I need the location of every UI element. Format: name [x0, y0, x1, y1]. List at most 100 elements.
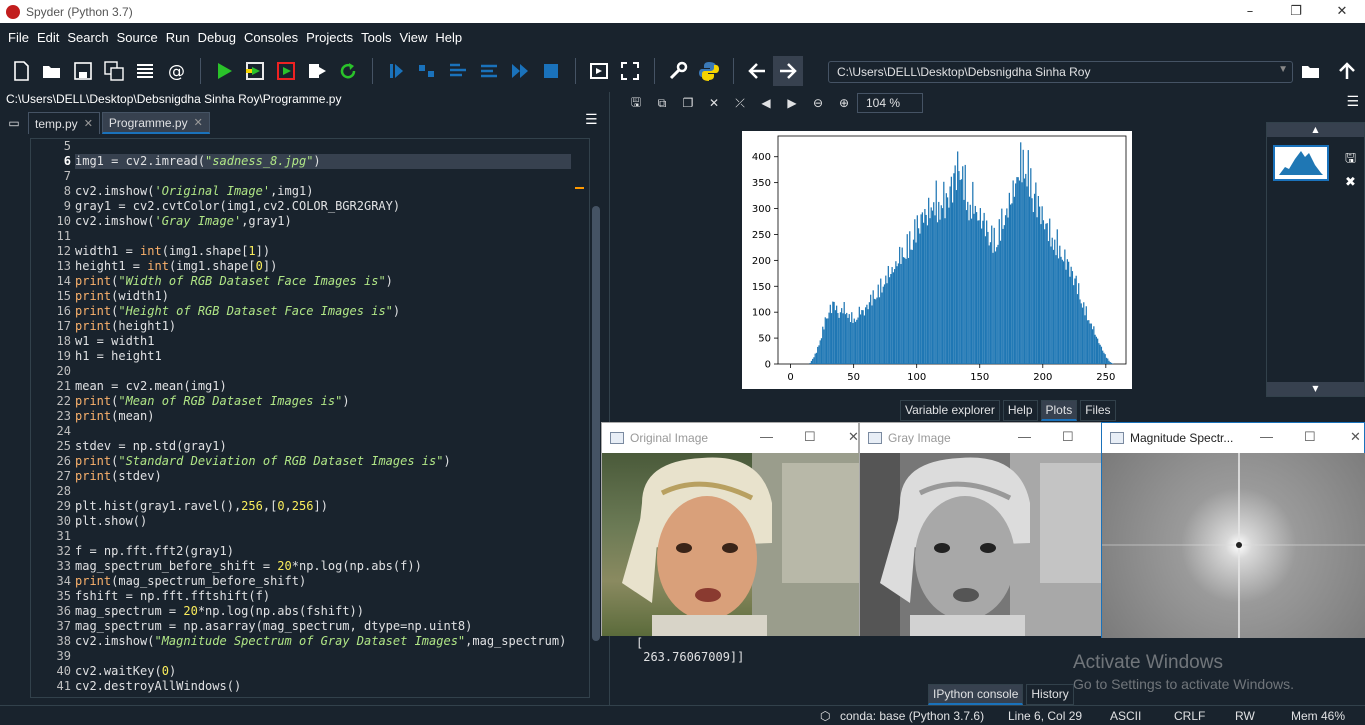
- maximize-icon[interactable]: ☐: [1304, 429, 1316, 445]
- save-all-plots-icon[interactable]: ⧉: [649, 93, 675, 113]
- save-all-icon[interactable]: [99, 56, 129, 86]
- menu-tools[interactable]: Tools: [357, 30, 395, 45]
- original-image-window[interactable]: Original Image — ☐ ✕: [601, 422, 859, 636]
- code-line[interactable]: 5: [31, 139, 589, 154]
- back-arrow-icon[interactable]: [742, 56, 772, 86]
- code-line[interactable]: 38 cv2.imshow("Magnitude Spectrum of Gray…: [31, 634, 589, 649]
- code-line[interactable]: 28: [31, 484, 589, 499]
- menu-source[interactable]: Source: [113, 30, 162, 45]
- tab-help[interactable]: Help: [1002, 400, 1038, 421]
- code-line[interactable]: 26 print("Standard Deviation of RGB Datas…: [31, 454, 589, 469]
- save-thumbnail-icon[interactable]: 🖫: [1345, 149, 1356, 171]
- copy-plot-icon[interactable]: ❐: [675, 93, 701, 113]
- next-plot-icon[interactable]: ▶: [779, 93, 805, 113]
- code-line[interactable]: 29 plt.hist(gray1.ravel(),256,[0,256]): [31, 499, 589, 514]
- run-cell-icon[interactable]: [240, 56, 270, 86]
- code-line[interactable]: 16 print("Height of RGB Dataset Face Imag…: [31, 304, 589, 319]
- debug-icon[interactable]: [381, 56, 411, 86]
- maximize-icon[interactable]: ☐: [1062, 429, 1074, 445]
- minimize-icon[interactable]: —: [1260, 429, 1273, 444]
- restore-button[interactable]: ❐: [1273, 0, 1319, 23]
- editor-options-icon[interactable]: ☰: [585, 112, 598, 128]
- menu-help[interactable]: Help: [431, 30, 466, 45]
- continue-icon[interactable]: [505, 56, 535, 86]
- code-line[interactable]: 8 cv2.imshow('Original Image',img1): [31, 184, 589, 199]
- menu-view[interactable]: View: [395, 30, 431, 45]
- close-tab-icon[interactable]: ✕: [194, 116, 203, 129]
- tab-files[interactable]: Files: [1080, 400, 1116, 421]
- code-line[interactable]: 21 mean = cv2.mean(img1): [31, 379, 589, 394]
- plots-options-icon[interactable]: ☰: [1346, 94, 1359, 110]
- scroll-up-icon[interactable]: ▲: [1267, 123, 1364, 137]
- code-line[interactable]: 32 f = np.fft.fft2(gray1): [31, 544, 589, 559]
- menu-search[interactable]: Search: [63, 30, 112, 45]
- code-line[interactable]: 41 cv2.destroyAllWindows(): [31, 679, 589, 694]
- save-file-icon[interactable]: [68, 56, 98, 86]
- step-icon[interactable]: [412, 56, 442, 86]
- remove-thumbnail-icon[interactable]: ✖: [1345, 175, 1356, 190]
- code-line[interactable]: 39: [31, 649, 589, 664]
- minimize-icon[interactable]: —: [760, 429, 773, 444]
- plot-thumbnail[interactable]: [1273, 145, 1329, 181]
- list-icon[interactable]: [130, 56, 160, 86]
- menu-consoles[interactable]: Consoles: [240, 30, 302, 45]
- scroll-down-icon[interactable]: ▼: [1267, 382, 1364, 396]
- save-plot-icon[interactable]: 🖫: [623, 93, 649, 113]
- tab-history[interactable]: History: [1026, 684, 1074, 705]
- code-line[interactable]: 14 print("Width of RGB Dataset Face Image…: [31, 274, 589, 289]
- zoom-level[interactable]: 104 %: [857, 93, 923, 113]
- browse-tabs-icon[interactable]: ▭: [0, 112, 28, 134]
- maximize-pane-icon[interactable]: [584, 56, 614, 86]
- code-line[interactable]: 27 print(stdev): [31, 469, 589, 484]
- close-tab-icon[interactable]: ✕: [84, 117, 93, 130]
- maximize-icon[interactable]: ☐: [804, 429, 816, 445]
- step-into-icon[interactable]: [443, 56, 473, 86]
- code-line[interactable]: 18 w1 = width1: [31, 334, 589, 349]
- minimize-button[interactable]: –: [1227, 0, 1273, 23]
- magnitude-spectrum-window[interactable]: Magnitude Spectr... — ☐ ✕: [1101, 422, 1365, 638]
- zoom-out-icon[interactable]: ⊖: [805, 93, 831, 113]
- menu-projects[interactable]: Projects: [302, 30, 357, 45]
- code-editor[interactable]: 5 6 img1 = cv2.imread("sadness_8.jpg") 7 8…: [30, 138, 590, 698]
- code-line[interactable]: 23 print(mean): [31, 409, 589, 424]
- code-line[interactable]: 40 cv2.waitKey(0): [31, 664, 589, 679]
- tab-ipython-console[interactable]: IPython console: [928, 684, 1024, 705]
- step-return-icon[interactable]: [474, 56, 504, 86]
- close-button[interactable]: ✕: [1319, 0, 1365, 23]
- menu-file[interactable]: File: [4, 30, 33, 45]
- code-line[interactable]: 17 print(height1): [31, 319, 589, 334]
- close-icon[interactable]: ✕: [848, 429, 859, 445]
- code-line[interactable]: 34 print(mag_spectrum_before_shift): [31, 574, 589, 589]
- code-line[interactable]: 13 height1 = int(img1.shape[0]): [31, 259, 589, 274]
- code-line[interactable]: 33 mag_spectrum_before_shift = 20*np.log(…: [31, 559, 589, 574]
- code-line[interactable]: 24: [31, 424, 589, 439]
- browse-folder-icon[interactable]: [1296, 56, 1326, 86]
- window-title-bar[interactable]: Magnitude Spectr... — ☐ ✕: [1102, 423, 1364, 452]
- at-icon[interactable]: @: [161, 56, 191, 86]
- code-line[interactable]: 37 mag_spectrum = np.asarray(mag_spectrum…: [31, 619, 589, 634]
- menu-edit[interactable]: Edit: [33, 30, 63, 45]
- code-line[interactable]: 19 h1 = height1: [31, 349, 589, 364]
- previous-plot-icon[interactable]: ◀: [753, 93, 779, 113]
- minimize-icon[interactable]: —: [1018, 429, 1031, 444]
- close-icon[interactable]: ✕: [1350, 429, 1361, 445]
- menu-run[interactable]: Run: [162, 30, 194, 45]
- window-title-bar[interactable]: Gray Image — ☐: [860, 423, 1102, 452]
- zoom-in-icon[interactable]: ⊕: [831, 93, 857, 113]
- forward-arrow-icon[interactable]: [773, 56, 803, 86]
- run-cell-advance-icon[interactable]: [271, 56, 301, 86]
- rerun-icon[interactable]: [333, 56, 363, 86]
- code-line[interactable]: 22 print("Mean of RGB Dataset Images is"): [31, 394, 589, 409]
- code-line[interactable]: 20: [31, 364, 589, 379]
- code-line[interactable]: 31: [31, 529, 589, 544]
- console-scrollbar[interactable]: [1348, 637, 1358, 677]
- new-file-icon[interactable]: [6, 56, 36, 86]
- code-line[interactable]: 30 plt.show(): [31, 514, 589, 529]
- parent-directory-icon[interactable]: [1332, 56, 1362, 86]
- code-line[interactable]: 36 mag_spectrum = 20*np.log(np.abs(fshift…: [31, 604, 589, 619]
- gray-image-window[interactable]: Gray Image — ☐: [859, 422, 1103, 636]
- tab-plots[interactable]: Plots: [1040, 400, 1078, 421]
- python-path-icon[interactable]: [694, 56, 724, 86]
- remove-plot-icon[interactable]: ✕: [701, 93, 727, 113]
- code-line[interactable]: 10 cv2.imshow('Gray Image',gray1): [31, 214, 589, 229]
